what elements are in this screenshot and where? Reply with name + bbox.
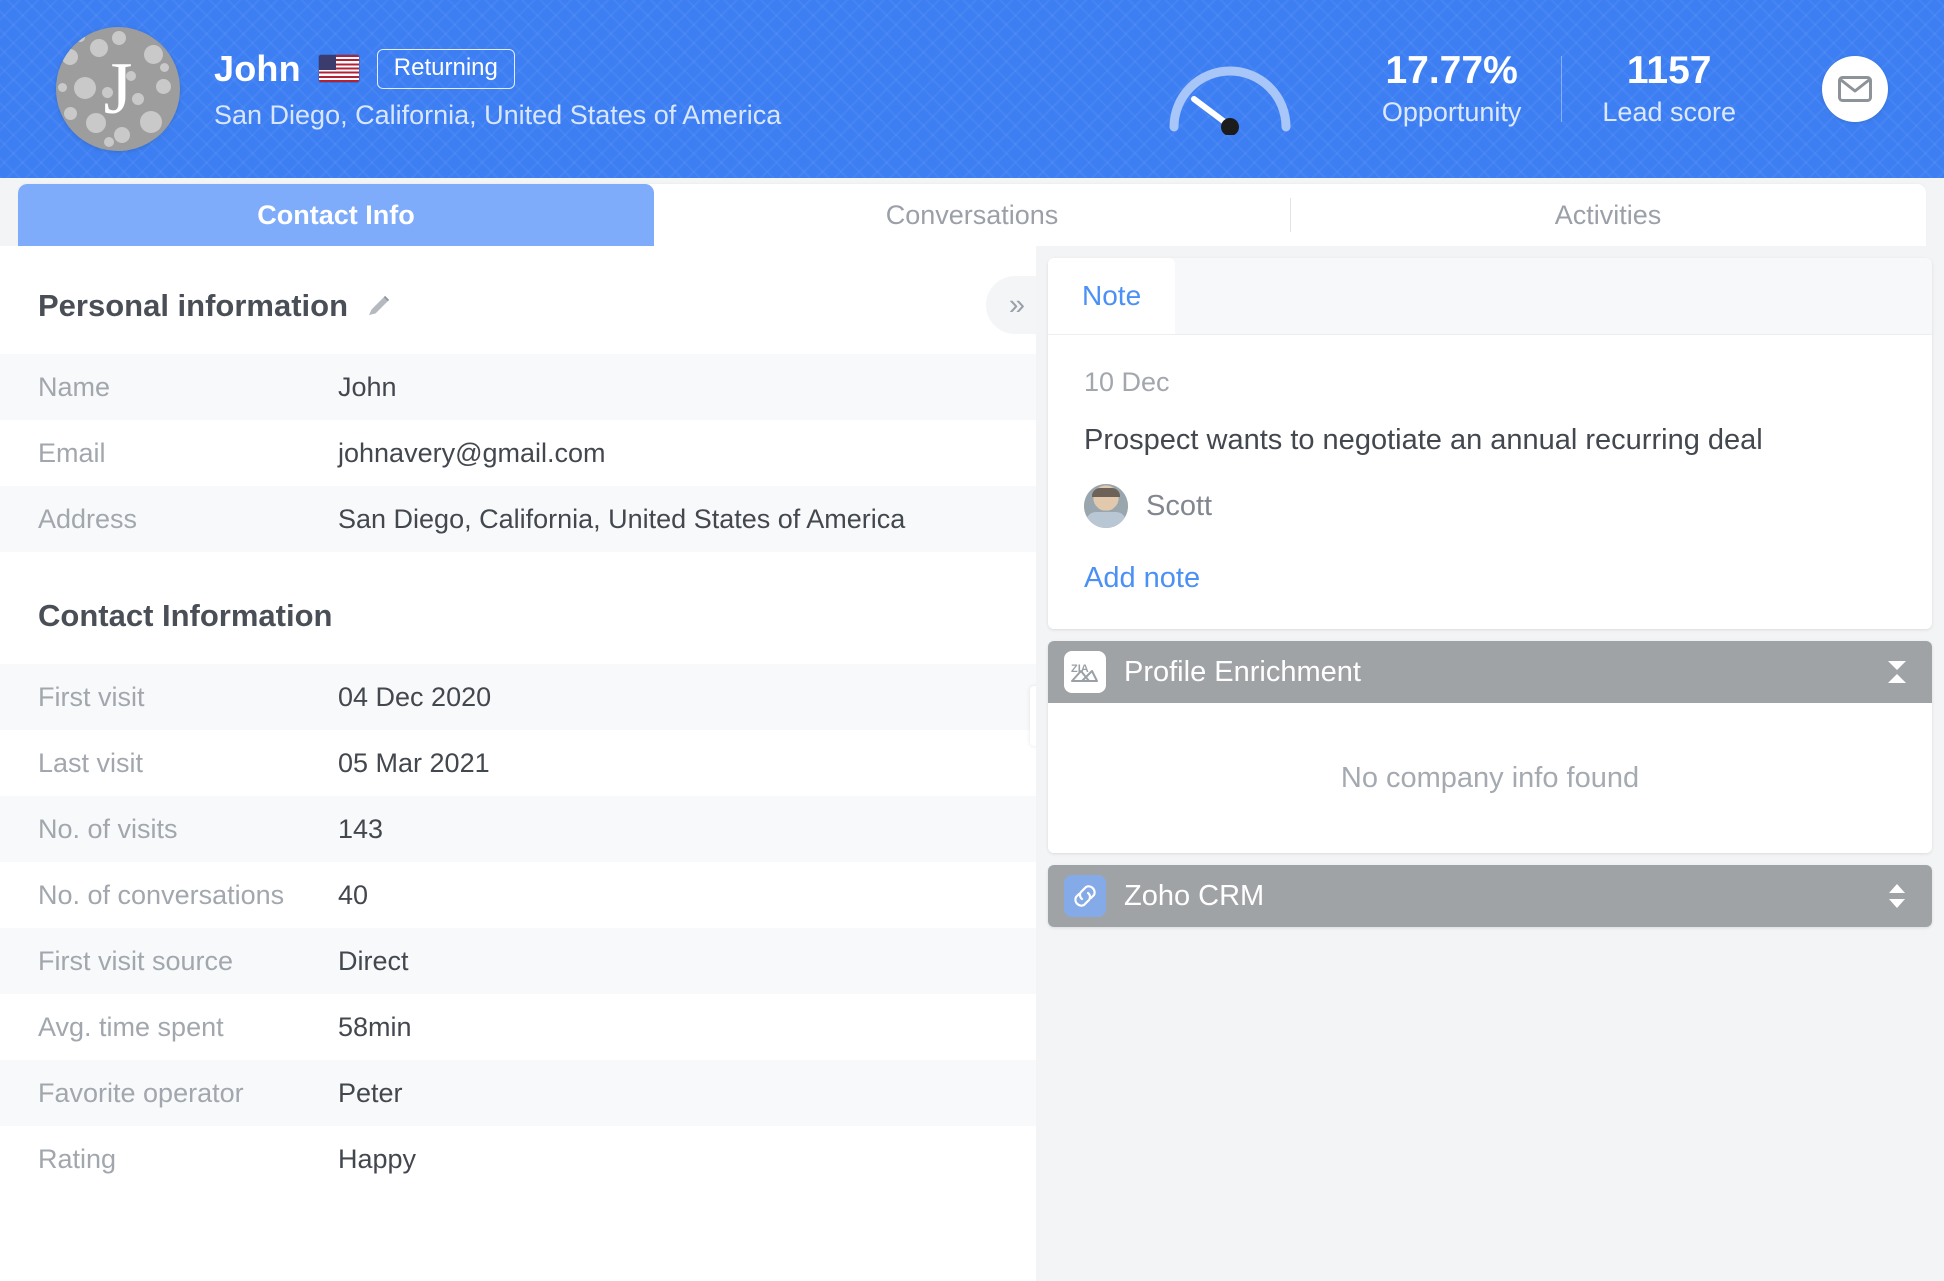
row-label: Rating (38, 1143, 117, 1174)
location-text: San Diego, California, United States of … (214, 99, 782, 130)
personal-information-title: Personal information (38, 288, 349, 323)
row-value: Happy (338, 1143, 417, 1174)
mail-button[interactable] (1822, 56, 1888, 122)
row-label: First visit source (38, 945, 234, 976)
link-icon (1064, 875, 1106, 918)
collapse-vertical-icon[interactable] (1884, 658, 1910, 686)
row-label: Last visit (38, 747, 144, 778)
page-title: John (214, 47, 301, 89)
lead-score-value: 1157 (1626, 49, 1712, 93)
tab-bar-wrap: Contact Info Conversations Activities (0, 178, 1944, 246)
note-date: 10 Dec (1084, 367, 1170, 397)
opportunity-label: Opportunity (1381, 96, 1522, 127)
pencil-icon[interactable] (366, 293, 392, 319)
row-value: 143 (338, 813, 384, 844)
zia-icon: ZIA (1064, 651, 1106, 694)
row-label: First visit (38, 681, 145, 712)
row-value: 58min (338, 1011, 412, 1042)
contact-information-title: Contact Information (38, 598, 333, 633)
row-value: John (338, 371, 397, 402)
contact-info-pane: Personal information Name John Email joh… (0, 246, 1036, 1281)
tab-contact-info[interactable]: Contact Info (18, 184, 654, 246)
table-row: Last visit 05 Mar 2021 (0, 730, 1036, 796)
zoho-crm-title: Zoho CRM (1124, 879, 1265, 912)
contact-information-rows: First visit 04 Dec 2020 Last visit 05 Ma… (0, 664, 1036, 1192)
profile-enrichment-empty-state: No company info found (1048, 703, 1932, 854)
avatar-letter: J (103, 47, 133, 130)
profile-header: J John Returning San Diego, California, … (0, 0, 1944, 178)
row-label: No. of conversations (38, 879, 285, 910)
us-flag-icon (318, 55, 359, 82)
lead-score-label: Lead score (1602, 96, 1736, 127)
note-card: Note 10 Dec Prospect wants to negotiate … (1048, 258, 1932, 630)
row-label: Email (38, 437, 106, 468)
note-text: Prospect wants to negotiate an annual re… (1084, 424, 1763, 456)
avatar (1084, 484, 1128, 529)
profile-enrichment-card: ZIA Profile Enrichment No company info f… (1048, 641, 1932, 854)
identity-block: John Returning San Diego, California, Un… (214, 48, 781, 131)
table-row: No. of visits 143 (0, 796, 1036, 862)
table-row: First visit 04 Dec 2020 (0, 664, 1036, 730)
personal-information-rows: Name John Email johnavery@gmail.com Addr… (0, 354, 1036, 552)
tab-activities[interactable]: Activities (1290, 184, 1926, 246)
status-badge: Returning (376, 48, 515, 89)
tab-note[interactable]: Note (1048, 258, 1176, 334)
table-row: Name John (0, 354, 1036, 420)
metric-opportunity: 17.77% Opportunity (1342, 49, 1562, 128)
tab-bar: Contact Info Conversations Activities (18, 184, 1926, 246)
profile-enrichment-header[interactable]: ZIA Profile Enrichment (1048, 641, 1932, 704)
metric-lead-score: 1157 Lead score (1562, 49, 1776, 128)
pane-resize-handle[interactable] (1030, 686, 1036, 746)
table-row: Email johnavery@gmail.com (0, 420, 1036, 486)
chevron-double-right-icon: » (1008, 288, 1026, 321)
add-note-link[interactable]: Add note (1048, 528, 1236, 595)
contact-information-header: Contact Information (0, 552, 1036, 664)
gauge-icon (1164, 43, 1296, 136)
collapse-panel-button[interactable]: » (986, 276, 1036, 334)
row-value: 40 (338, 879, 369, 910)
row-label: Name (38, 371, 111, 402)
table-row: First visit source Direct (0, 928, 1036, 994)
zoho-crm-header[interactable]: Zoho CRM (1048, 865, 1932, 928)
note-author: Scott (1048, 460, 1932, 529)
profile-enrichment-title: Profile Enrichment (1124, 655, 1361, 688)
avatar: J (56, 27, 180, 151)
table-row: Address San Diego, California, United St… (0, 486, 1036, 552)
content-area: Personal information Name John Email joh… (0, 246, 1944, 1281)
expand-vertical-icon[interactable] (1884, 881, 1910, 911)
note-author-name: Scott (1146, 489, 1213, 522)
note-tab-row: Note (1048, 258, 1932, 335)
row-value: 04 Dec 2020 (338, 681, 492, 712)
side-panel: Note 10 Dec Prospect wants to negotiate … (1036, 246, 1944, 1281)
zoho-crm-card: Zoho CRM (1048, 865, 1932, 928)
table-row: Rating Happy (0, 1126, 1036, 1192)
table-row: No. of conversations 40 (0, 862, 1036, 928)
row-value: Peter (338, 1077, 403, 1108)
row-value: Direct (338, 945, 409, 976)
row-label: Address (38, 503, 138, 534)
header-metrics: 17.77% Opportunity 1157 Lead score (1164, 43, 1888, 136)
mail-icon (1838, 76, 1872, 102)
table-row: Avg. time spent 58min (0, 994, 1036, 1060)
row-label: Avg. time spent (38, 1011, 224, 1042)
opportunity-value: 17.77% (1385, 49, 1518, 93)
tab-conversations[interactable]: Conversations (654, 184, 1290, 246)
row-value: 05 Mar 2021 (338, 747, 490, 778)
personal-information-header: Personal information (0, 246, 1036, 354)
row-label: No. of visits (38, 813, 178, 844)
row-value: johnavery@gmail.com (338, 437, 606, 468)
row-label: Favorite operator (38, 1077, 244, 1108)
table-row: Favorite operator Peter (0, 1060, 1036, 1126)
row-value: San Diego, California, United States of … (338, 503, 906, 534)
